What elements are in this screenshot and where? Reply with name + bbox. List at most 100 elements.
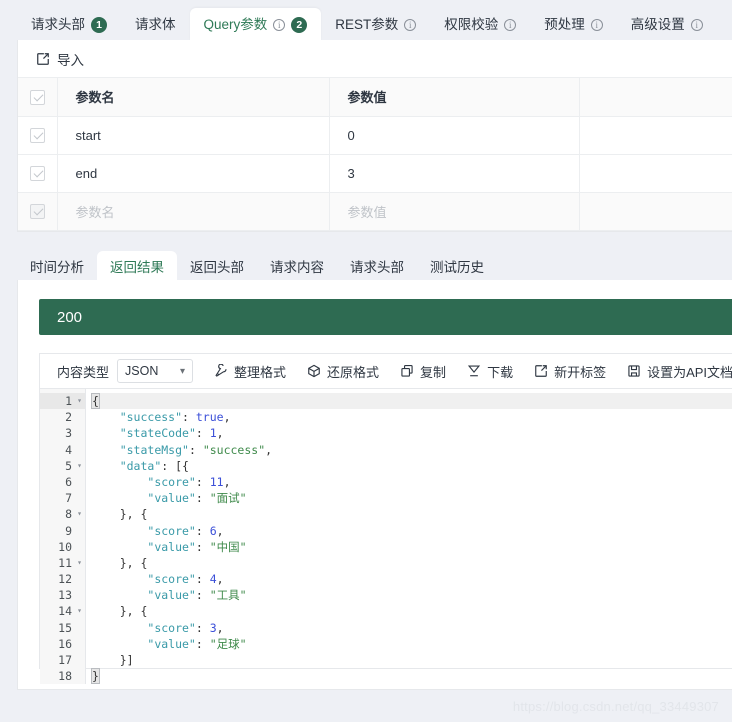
code-line[interactable]: { bbox=[91, 393, 732, 410]
editor-action-还原格式[interactable]: 还原格式 bbox=[307, 362, 379, 381]
row-checkbox-cell[interactable] bbox=[18, 116, 58, 155]
code-token: : [{ bbox=[161, 458, 189, 473]
code-line[interactable]: "data": [{ bbox=[92, 458, 732, 474]
line-number[interactable]: 17 bbox=[40, 652, 85, 668]
line-number[interactable]: 3 bbox=[40, 425, 85, 441]
response-tab-4[interactable]: 请求头部 bbox=[337, 251, 417, 281]
response-tab-0[interactable]: 时间分析 bbox=[17, 251, 97, 281]
param-extra-cell[interactable] bbox=[579, 192, 732, 231]
status-bar: 200 bbox=[39, 299, 732, 335]
info-icon[interactable]: i bbox=[590, 18, 603, 31]
code-token: "value" bbox=[147, 636, 196, 651]
line-number[interactable]: 12 bbox=[40, 571, 85, 587]
code-line[interactable]: "value": "工具" bbox=[92, 587, 732, 603]
row-checkbox[interactable] bbox=[29, 204, 45, 220]
param-value-cell[interactable]: 0 bbox=[329, 116, 580, 155]
line-number[interactable]: 11 ▾ bbox=[40, 555, 85, 571]
request-tab-5[interactable]: 预处理 i bbox=[530, 8, 617, 41]
request-tab-4[interactable]: 权限校验 i bbox=[430, 8, 530, 41]
editor-toolbar: 内容类型 JSON ▾ 整理格式 还原格式 复制 下载 新开标签 设置为API文档返 bbox=[40, 354, 732, 389]
code-line[interactable]: }, { bbox=[92, 555, 732, 571]
request-tab-2[interactable]: Query参数 i 2 bbox=[189, 8, 322, 41]
code-line[interactable]: "score": 4, bbox=[92, 571, 732, 587]
line-number[interactable]: 18 bbox=[40, 668, 85, 684]
row-checkbox-cell[interactable] bbox=[18, 192, 58, 231]
row-checkbox[interactable] bbox=[29, 166, 45, 182]
line-number[interactable]: 9 bbox=[40, 523, 85, 539]
response-tab-2[interactable]: 返回头部 bbox=[177, 251, 257, 281]
content-type-select[interactable]: JSON ▾ bbox=[117, 359, 194, 383]
code-line[interactable]: "stateMsg": "success", bbox=[92, 442, 732, 458]
line-number[interactable]: 14 ▾ bbox=[40, 603, 85, 619]
code-line[interactable]: "score": 6, bbox=[92, 523, 732, 539]
param-name-input[interactable]: 参数名 bbox=[57, 192, 330, 231]
code-line[interactable]: "success": true, bbox=[92, 409, 732, 425]
request-tab-0[interactable]: 请求头部 1 bbox=[17, 8, 121, 41]
code-line[interactable]: }, { bbox=[92, 603, 732, 619]
fold-toggle-icon[interactable]: ▾ bbox=[77, 555, 82, 571]
line-number[interactable]: 16 bbox=[40, 636, 85, 652]
select-all-cell[interactable] bbox=[18, 78, 58, 117]
select-all-checkbox[interactable] bbox=[29, 89, 45, 105]
info-icon[interactable]: i bbox=[504, 18, 517, 31]
request-tab-6[interactable]: 高级设置 i bbox=[617, 8, 717, 41]
code-line[interactable]: "value": "面试" bbox=[92, 490, 732, 506]
editor-action-下载[interactable]: 下载 bbox=[467, 362, 513, 381]
fold-toggle-icon[interactable]: ▾ bbox=[77, 603, 82, 619]
param-value-cell[interactable]: 3 bbox=[329, 154, 580, 193]
info-icon[interactable]: i bbox=[690, 18, 703, 31]
code-token: "success" bbox=[119, 410, 183, 425]
request-tab-1[interactable]: 请求体 bbox=[121, 8, 190, 41]
response-tab-1[interactable]: 返回结果 bbox=[97, 251, 177, 281]
response-tab-5[interactable]: 测试历史 bbox=[417, 251, 497, 281]
param-value-input[interactable]: 参数值 bbox=[329, 192, 580, 231]
code-line[interactable]: "score": 3, bbox=[92, 620, 732, 636]
code-token: : bbox=[195, 620, 210, 635]
editor-action-设置为API文档返[interactable]: 设置为API文档返 bbox=[627, 362, 732, 381]
row-checkbox[interactable] bbox=[29, 128, 45, 144]
line-number[interactable]: 13 bbox=[40, 587, 85, 603]
param-extra-cell[interactable] bbox=[579, 116, 732, 155]
row-checkbox-cell[interactable] bbox=[18, 154, 58, 193]
import-button[interactable]: 导入 bbox=[36, 49, 84, 69]
code-line[interactable]: } bbox=[91, 668, 732, 685]
param-name-cell[interactable]: start bbox=[57, 116, 330, 155]
code-token: "score" bbox=[147, 572, 196, 587]
line-number[interactable]: 1 ▾ bbox=[40, 393, 85, 410]
line-number-gutter[interactable]: 1 ▾ 2 3 4 5 ▾ 6 7 8 ▾ 9 10 11 ▾ 12 13 14 ▾ 15 16 17 18 bbox=[40, 389, 86, 685]
code-token: : bbox=[182, 410, 196, 425]
fold-toggle-icon[interactable]: ▾ bbox=[77, 393, 82, 409]
line-number[interactable]: 15 bbox=[40, 620, 85, 636]
fold-toggle-icon[interactable]: ▾ bbox=[77, 458, 82, 474]
code-line[interactable]: }, { bbox=[92, 506, 732, 522]
editor-action-复制[interactable]: 复制 bbox=[400, 362, 446, 381]
response-tab-3[interactable]: 请求内容 bbox=[257, 251, 337, 281]
code-content[interactable]: { "success": true, "stateCode": 1, "stat… bbox=[86, 389, 732, 685]
request-tab-3[interactable]: REST参数 i bbox=[321, 8, 430, 41]
code-token: : bbox=[195, 474, 210, 489]
line-number[interactable]: 2 bbox=[40, 409, 85, 425]
line-number[interactable]: 6 bbox=[40, 474, 85, 490]
line-number[interactable]: 5 ▾ bbox=[40, 458, 85, 474]
line-number[interactable]: 10 bbox=[40, 539, 85, 555]
code-token: }, { bbox=[92, 604, 148, 619]
code-line[interactable]: "value": "中国" bbox=[92, 539, 732, 555]
line-number[interactable]: 7 bbox=[40, 490, 85, 506]
editor-action-新开标签[interactable]: 新开标签 bbox=[534, 362, 606, 381]
fold-toggle-icon[interactable]: ▾ bbox=[77, 506, 82, 522]
param-name-cell[interactable]: end bbox=[57, 154, 330, 193]
info-icon[interactable]: i bbox=[404, 18, 417, 31]
code-line[interactable]: "stateCode": 1, bbox=[92, 425, 732, 441]
param-extra-cell[interactable] bbox=[579, 154, 732, 193]
line-number[interactable]: 8 ▾ bbox=[40, 506, 85, 522]
code-line[interactable]: "value": "足球" bbox=[92, 636, 732, 652]
line-number[interactable]: 4 bbox=[40, 442, 85, 458]
code-line[interactable]: "score": 11, bbox=[92, 474, 732, 490]
editor-action-整理格式[interactable]: 整理格式 bbox=[214, 362, 286, 381]
info-icon[interactable]: i bbox=[273, 18, 286, 31]
code-line[interactable]: }] bbox=[92, 652, 732, 668]
